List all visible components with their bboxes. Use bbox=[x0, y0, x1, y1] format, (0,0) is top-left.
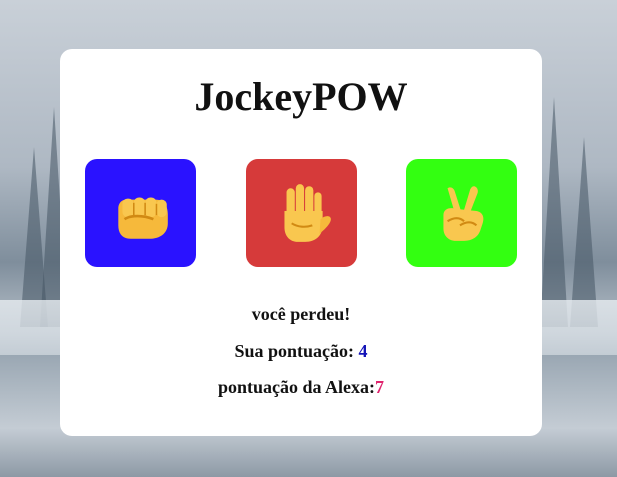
fist-icon bbox=[117, 197, 168, 239]
page-title: JockeyPOW bbox=[194, 74, 408, 119]
user-score-line: Sua pontuação: 4 bbox=[60, 341, 542, 362]
user-score-label: Sua pontuação: bbox=[234, 341, 359, 361]
background-tree bbox=[540, 97, 568, 327]
game-card: JockeyPOW você perdeu! Sua pontuação: 4 … bbox=[60, 49, 542, 436]
alexa-score-label: pontuação da Alexa: bbox=[217, 377, 376, 397]
alexa-score-line: pontuação da Alexa:7 bbox=[60, 377, 542, 398]
victory-hand-icon bbox=[442, 186, 483, 241]
result-message: você perdeu! bbox=[251, 304, 351, 324]
raised-hand-icon bbox=[283, 184, 331, 242]
scissors-button[interactable] bbox=[406, 159, 517, 267]
user-score-value: 4 bbox=[358, 341, 368, 361]
paper-button[interactable] bbox=[246, 159, 357, 267]
background-tree bbox=[570, 137, 598, 327]
alexa-score-value: 7 bbox=[375, 377, 385, 397]
rock-button[interactable] bbox=[85, 159, 196, 267]
